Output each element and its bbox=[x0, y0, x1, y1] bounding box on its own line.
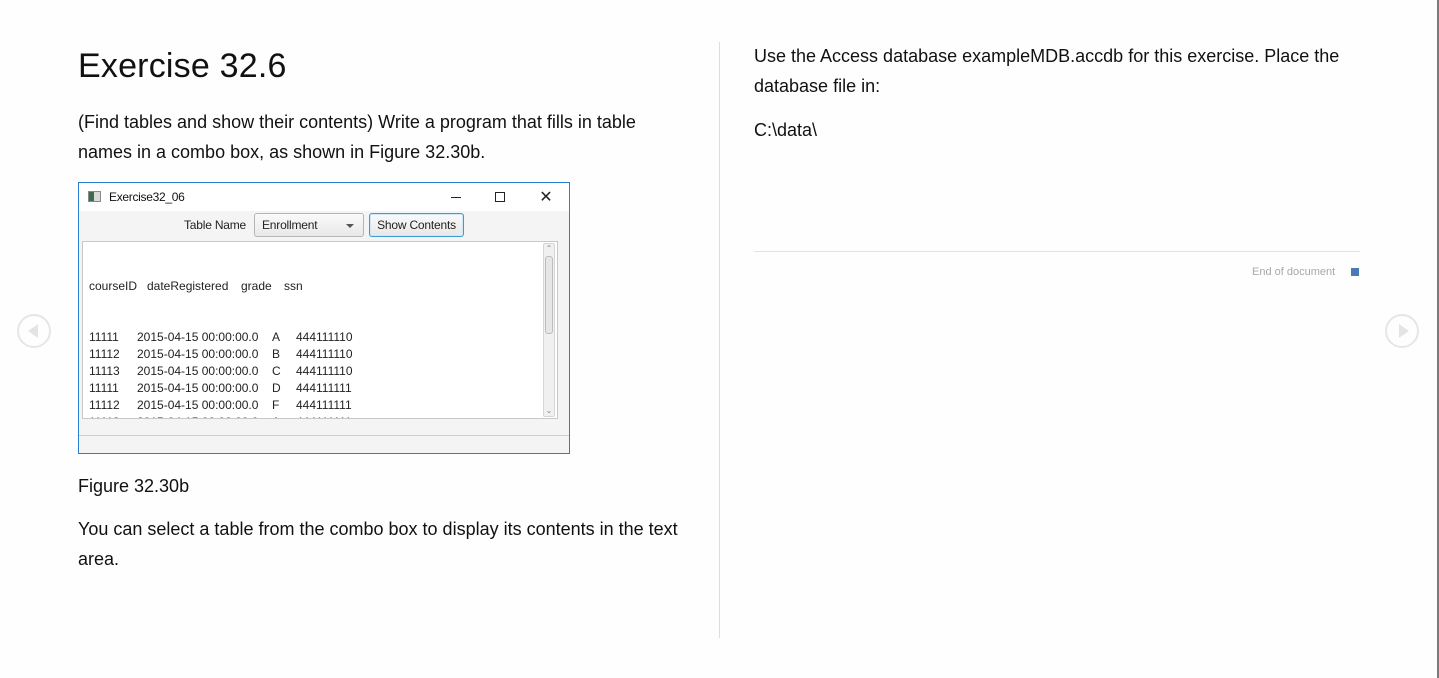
window-titlebar: Exercise32_06 ✕ bbox=[79, 183, 569, 211]
database-path: C:\data\ bbox=[754, 120, 818, 140]
column-header-row: courseID dateRegistered grade ssn bbox=[89, 278, 366, 295]
figure-caption: Figure 32.30b bbox=[78, 476, 190, 496]
database-instruction: Use the Access database exampleMDB.accdb… bbox=[754, 46, 1340, 96]
table-cell: 444111110 bbox=[296, 347, 353, 361]
table-cell: 11112 bbox=[89, 347, 120, 361]
table-cell: 11111 bbox=[89, 330, 119, 344]
chevron-right-icon bbox=[1399, 324, 1409, 338]
table-cell: 444111111 bbox=[296, 398, 352, 412]
table-cell: 2015-04-15 00:00:00.0 bbox=[137, 398, 259, 412]
app-icon bbox=[88, 191, 101, 202]
contents-text: courseID dateRegistered grade ssn 11111 2… bbox=[89, 244, 366, 418]
scroll-up-icon[interactable]: ⌃ bbox=[544, 244, 554, 254]
column-divider bbox=[719, 42, 720, 638]
end-of-document-label: End of document bbox=[1252, 266, 1336, 278]
table-cell: 11113 bbox=[89, 364, 120, 378]
table-cell: 11113 bbox=[89, 414, 137, 418]
table-cell: 444111110 bbox=[296, 330, 353, 344]
chevron-left-icon bbox=[28, 324, 38, 338]
table-row: 11111 2015-04-15 00:00:00.0 A 444111110 bbox=[89, 329, 366, 346]
table-cell: 2015-04-15 00:00:00.0 bbox=[137, 330, 259, 344]
maximize-button[interactable] bbox=[477, 183, 523, 211]
table-name-label: Table Name bbox=[184, 218, 247, 232]
previous-page-button[interactable] bbox=[17, 314, 51, 348]
column-header: dateRegistered bbox=[147, 279, 229, 293]
table-row: 11112 2015-04-15 00:00:00.0 F 444111111 bbox=[89, 397, 366, 414]
window-bottom-separator bbox=[79, 435, 569, 436]
contents-text-area[interactable]: courseID dateRegistered grade ssn 11111 2… bbox=[82, 241, 558, 419]
scrollbar-thumb[interactable] bbox=[545, 256, 553, 334]
table-row: 11111 2015-04-15 00:00:00.0 D 444111111 bbox=[89, 380, 366, 397]
exercise-title: Exercise 32.6 bbox=[78, 47, 287, 85]
vertical-scrollbar[interactable]: ⌃ ⌄ bbox=[543, 243, 555, 417]
exercise-description: (Find tables and show their contents) Wr… bbox=[78, 112, 636, 162]
table-cell: 2015-04-15 00:00:00.0 bbox=[137, 381, 259, 395]
dropdown-arrow-icon bbox=[346, 224, 354, 228]
table-name-combo-box[interactable]: Enrollment bbox=[254, 213, 364, 237]
left-column: Exercise 32.6 (Find tables and show thei… bbox=[78, 40, 688, 569]
combo-selected-value: Enrollment bbox=[262, 218, 318, 232]
table-cell: 2015-04-15 00:00:00.0 bbox=[137, 347, 259, 361]
table-row: 111132015-04-15 00:00:00.0A444111111 bbox=[89, 414, 366, 418]
table-cell: B bbox=[272, 347, 281, 361]
scroll-down-icon[interactable]: ⌄ bbox=[544, 406, 554, 416]
close-button[interactable]: ✕ bbox=[523, 183, 569, 211]
table-cell: 11111 bbox=[89, 381, 119, 395]
next-page-button[interactable] bbox=[1385, 314, 1419, 348]
exercise-note: You can select a table from the combo bo… bbox=[78, 519, 678, 569]
show-contents-button[interactable]: Show Contents bbox=[369, 213, 464, 237]
table-cell: F bbox=[272, 398, 280, 412]
app-window-figure: Exercise32_06 ✕ Table Name Enrollment Sh… bbox=[78, 182, 570, 454]
table-cell: C bbox=[272, 364, 281, 378]
end-of-document-rule bbox=[754, 251, 1360, 252]
table-cell: D bbox=[272, 381, 281, 395]
table-cell: 2015-04-15 00:00:00.0 bbox=[137, 364, 259, 378]
table-cell: A bbox=[272, 414, 296, 418]
column-header: ssn bbox=[284, 279, 303, 293]
table-cell: 444111111 bbox=[296, 414, 366, 418]
table-cell: 444111110 bbox=[296, 364, 353, 378]
minimize-button[interactable] bbox=[433, 183, 479, 211]
table-cell: 444111111 bbox=[296, 381, 352, 395]
table-cell: 2015-04-15 00:00:00.0 bbox=[137, 414, 272, 418]
table-row: 11112 2015-04-15 00:00:00.0 B 444111110 bbox=[89, 346, 366, 363]
end-of-document-marker bbox=[1351, 268, 1359, 276]
window-title: Exercise32_06 bbox=[109, 190, 185, 204]
maximize-icon bbox=[495, 192, 505, 202]
table-cell: 11112 bbox=[89, 398, 120, 412]
close-icon: ✕ bbox=[539, 189, 553, 206]
table-cell: A bbox=[272, 330, 281, 344]
table-row: 11113 2015-04-15 00:00:00.0 C 444111110 bbox=[89, 363, 366, 380]
minimize-icon bbox=[451, 196, 461, 198]
window-toolbar: Table Name Enrollment Show Contents bbox=[79, 211, 569, 240]
column-header: courseID bbox=[89, 279, 138, 293]
column-header: grade bbox=[241, 279, 272, 293]
